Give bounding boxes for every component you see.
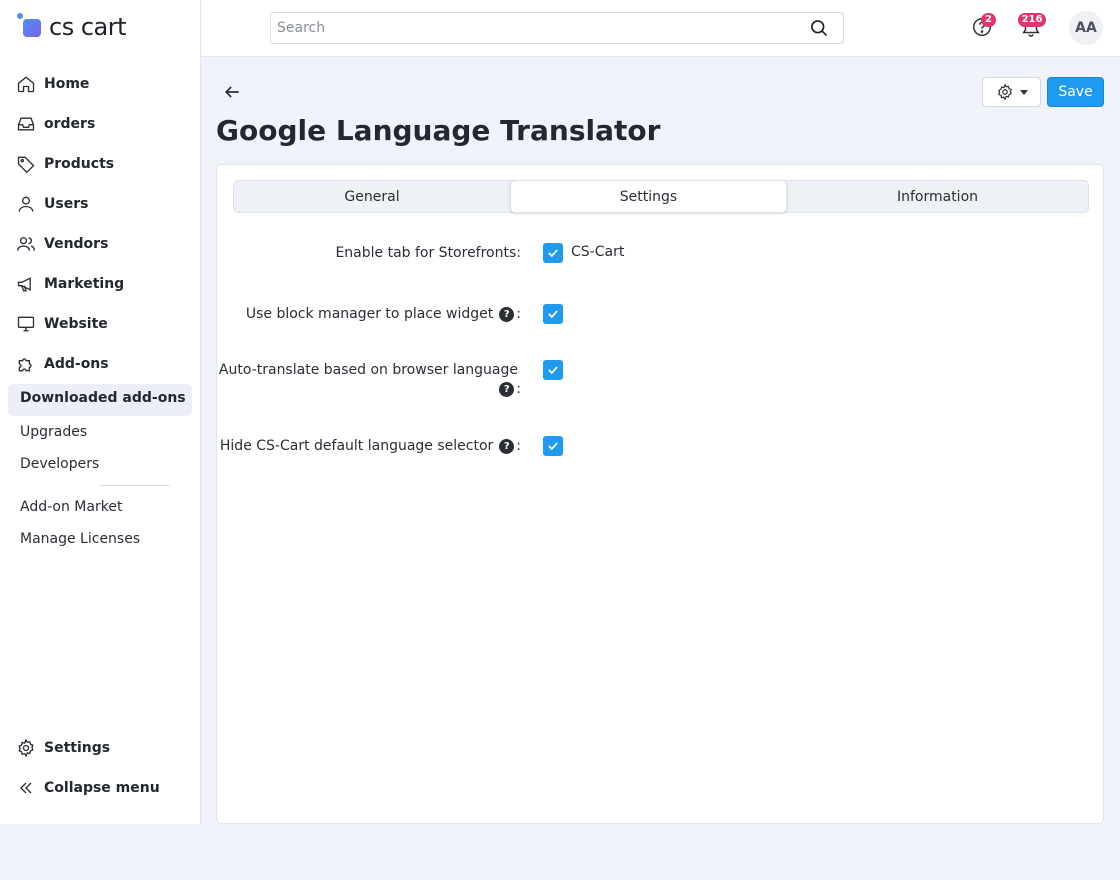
enable-tab-label-text: Enable tab for Storefronts: (335, 245, 521, 261)
cs-cart-logo-icon (16, 13, 46, 41)
auto-translate-help: ? : (493, 380, 521, 398)
sidebar-item-label: Vendors (44, 236, 109, 252)
tab-general[interactable]: General (234, 181, 510, 212)
page-title: Google Language Translator (216, 114, 661, 147)
puzzle-icon (16, 354, 36, 374)
save-button[interactable]: Save (1047, 77, 1104, 107)
monitor-icon (16, 314, 36, 334)
sidebar-divider (100, 485, 170, 486)
sidebar-item-label: Products (44, 156, 115, 172)
gear-icon (16, 738, 36, 758)
help-tooltip-icon[interactable]: ? (499, 306, 515, 322)
search-box (270, 12, 844, 44)
sidebar-item-orders[interactable]: orders (16, 112, 95, 136)
home-icon (16, 74, 36, 94)
check-icon (548, 442, 558, 451)
label-colon: : (516, 306, 521, 322)
content-card: General Settings Information Enable tab … (216, 164, 1104, 824)
gear-icon (997, 83, 1012, 101)
sidebar-subitem-addon-market[interactable]: Add-on Market (20, 496, 122, 518)
sidebar: cs cart Home orders Products Users Vendo… (0, 0, 201, 824)
back-arrow-icon[interactable] (222, 82, 242, 102)
help-tooltip-icon[interactable]: ? (499, 381, 515, 397)
sidebar-item-website[interactable]: Website (16, 312, 108, 336)
sidebar-subitem-developers[interactable]: Developers (20, 453, 99, 475)
enable-tab-cscart-label: CS-Cart (571, 244, 625, 260)
label-colon: : (516, 438, 521, 454)
inbox-icon (16, 114, 36, 134)
sidebar-item-label: Website (44, 316, 108, 332)
block-manager-label-text: Use block manager to place widget (245, 306, 494, 322)
tag-icon (16, 154, 36, 174)
sidebar-collapse-menu[interactable]: Collapse menu (16, 776, 160, 800)
check-icon (548, 366, 558, 375)
notifications-badge: 216 (1018, 13, 1046, 27)
sidebar-item-products[interactable]: Products (16, 152, 114, 176)
sidebar-item-label: Settings (44, 740, 111, 756)
help-badge: 2 (981, 13, 996, 27)
hide-selector-label: Hide CS-Cart default language selector ?… (220, 436, 521, 456)
enable-tab-cscart-checkbox[interactable] (543, 243, 563, 263)
sidebar-item-home[interactable]: Home (16, 72, 89, 96)
users-icon (16, 234, 36, 254)
enable-tab-label: Enable tab for Storefronts: (335, 243, 521, 263)
sidebar-subitem-downloaded-addons[interactable]: Downloaded add-ons (20, 390, 186, 406)
auto-translate-checkbox[interactable] (543, 360, 563, 380)
check-icon (548, 249, 558, 258)
hide-selector-label-text: Hide CS-Cart default language selector (219, 438, 494, 454)
sidebar-item-label: orders (44, 116, 96, 132)
tab-settings[interactable]: Settings (510, 180, 787, 213)
auto-translate-label-text: Auto-translate based on browser language (218, 362, 518, 378)
tab-information[interactable]: Information (787, 181, 1088, 212)
megaphone-icon (16, 274, 36, 294)
check-icon (548, 310, 558, 319)
sidebar-subitem-manage-licenses[interactable]: Manage Licenses (20, 528, 140, 550)
logo-text: cs cart (49, 13, 127, 41)
help-tooltip-icon[interactable]: ? (499, 438, 515, 454)
search-input[interactable] (271, 13, 791, 43)
sidebar-item-label: Users (44, 196, 89, 212)
sidebar-subitem-upgrades[interactable]: Upgrades (20, 421, 87, 443)
search-icon[interactable] (809, 18, 829, 38)
sidebar-item-vendors[interactable]: Vendors (16, 232, 108, 256)
hide-selector-checkbox[interactable] (543, 436, 563, 456)
logo[interactable]: cs cart (16, 12, 127, 42)
settings-dropdown-button[interactable] (982, 77, 1041, 107)
avatar[interactable]: AA (1069, 11, 1103, 45)
sidebar-item-label: Add-ons (44, 356, 109, 372)
sidebar-item-addons[interactable]: Add-ons (16, 352, 109, 376)
topbar: 2 216 AA (201, 0, 1120, 57)
double-chevron-left-icon (16, 778, 36, 798)
label-colon: : (516, 381, 521, 397)
block-manager-checkbox[interactable] (543, 304, 563, 324)
tabs: General Settings Information (233, 180, 1089, 213)
sidebar-item-label: Marketing (44, 276, 125, 292)
caret-down-icon (1019, 89, 1028, 95)
auto-translate-label: Auto-translate based on browser language (219, 360, 518, 380)
sidebar-item-users[interactable]: Users (16, 192, 88, 216)
sidebar-item-marketing[interactable]: Marketing (16, 272, 124, 296)
user-icon (16, 194, 36, 214)
sidebar-item-settings[interactable]: Settings (16, 736, 110, 760)
sidebar-item-label: Home (44, 76, 90, 92)
block-manager-label: Use block manager to place widget ? : (246, 304, 521, 324)
sidebar-item-label: Collapse menu (44, 780, 160, 796)
